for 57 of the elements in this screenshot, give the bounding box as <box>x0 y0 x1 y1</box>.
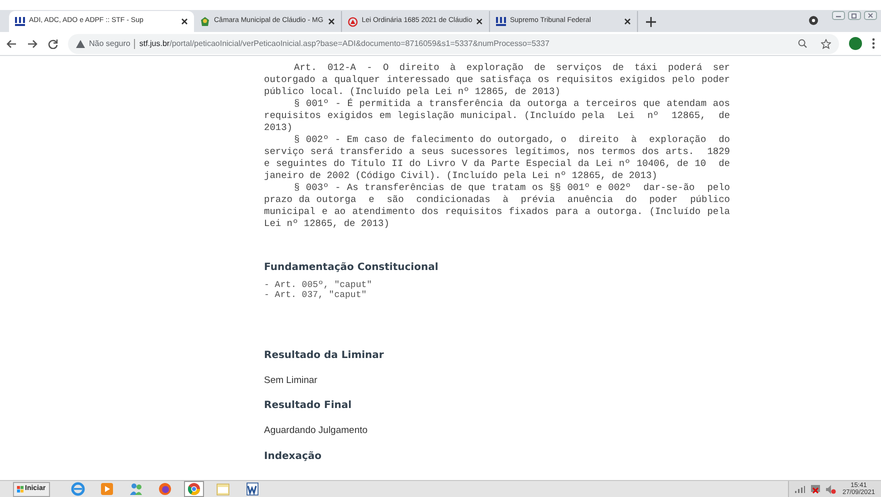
section-heading: Indexação <box>264 450 323 464</box>
close-icon[interactable] <box>328 18 335 25</box>
chrome-icon <box>186 482 201 496</box>
network-error-icon <box>811 484 820 494</box>
paragraph-line: prazo da outorga e são condicionadas à prévia anuência do poder público <box>264 194 730 206</box>
crest-icon <box>200 16 210 26</box>
paragraph-line: janeiro de 2002 (Código Civil). (Incluído pela Lei nº 12865, de 2013) <box>264 170 658 182</box>
close-icon[interactable] <box>624 18 631 25</box>
paragraph-line: requisitos exigidos em legislação municipal. (Incluído pela Lei nº 12865, de <box>264 110 730 122</box>
address-bar[interactable]: Não seguro stf.jus.br/portal/peticaoInicial/verPeticaoInicial.asp?base=ADI&documento=8716059&s1=5337&numProcesso=5337 <box>68 34 839 54</box>
section-text: Sem Liminar <box>264 374 318 388</box>
restore-icon[interactable] <box>848 11 861 20</box>
taskbar-app[interactable] <box>184 481 204 497</box>
paragraph-line: § 001º - É permitida a transferência da outorga a terceiros que atendam aos <box>294 98 730 110</box>
paragraph-line: e seguintes do Título II do Livro V da Parte Especial da Lei nº 10406, de 10 de <box>264 158 730 170</box>
paragraph-line: § 003º - As transferências de que tratam os §§ 001º e 002º dar-se-ão pelo <box>294 182 730 194</box>
globe-e-icon <box>70 482 85 496</box>
list-line: - Art. 005º, "caput" <box>264 280 374 290</box>
url-text: stf.jus.br/portal/peticaoInicial/verPeticaoInicial.asp?base=ADI&documento=8716059&s1=5337&numProcesso=5337 <box>139 38 550 50</box>
zoom-icon[interactable] <box>798 39 807 48</box>
columns-icon <box>496 17 506 26</box>
reload-icon[interactable] <box>48 38 58 48</box>
close-icon[interactable] <box>181 18 188 25</box>
back-arrow-icon[interactable] <box>6 38 17 48</box>
forward-arrow-icon[interactable] <box>27 38 38 48</box>
plus-icon[interactable] <box>646 17 656 27</box>
section-text: Aguardando Julgamento <box>264 424 369 438</box>
section-heading: Resultado Final <box>264 399 353 414</box>
paragraph-line: § 002º - Em caso de falecimento do outorgado, o direito à exploração do <box>294 134 730 146</box>
record-icon[interactable] <box>809 16 818 25</box>
section-heading: Fundamentação Constitucional <box>264 261 440 275</box>
paragraph-line: municipal e ao atendimento dos requisitos fixados para a outorga. (Incluído pela <box>264 206 730 218</box>
paragraph-line: público local. (Incluído pela Lei nº 12865, de 2013) <box>264 86 562 98</box>
close-icon[interactable] <box>476 18 483 25</box>
menu-icon[interactable] <box>872 38 875 49</box>
circle-icon <box>348 16 358 26</box>
play-icon <box>100 482 114 496</box>
minimize-icon[interactable] <box>832 11 845 20</box>
warning-icon <box>76 40 85 48</box>
star-icon[interactable] <box>821 38 831 48</box>
paragraph-line: Art. 012-A - O direito à exploração de serviços de táxi poderá ser <box>294 62 730 74</box>
folder-icon <box>216 482 230 496</box>
paragraph-line: outorgado a qualquer interessado que satisfaça os requisitos exigidos pelo poder <box>264 74 730 86</box>
paragraph-line: Lei nº 12865, de 2013) <box>264 218 390 230</box>
list-line: - Art. 037, "caput" <box>264 290 368 300</box>
section-heading: Resultado da Liminar <box>264 349 385 363</box>
people-icon <box>128 482 143 496</box>
columns-icon <box>15 17 25 26</box>
windows-logo-icon <box>17 486 24 492</box>
security-label: Não seguro <box>89 38 130 50</box>
signal-icon <box>795 486 806 492</box>
paragraph-line: 2013) <box>264 122 294 134</box>
fox-globe-icon <box>158 482 172 496</box>
paragraph-line: serviço será transferido a seus sucessores legítimos, nos termos dos arts. 1829 <box>264 146 730 158</box>
document-w-icon <box>244 482 259 496</box>
speaker-muted-icon <box>826 484 836 494</box>
avatar[interactable] <box>849 37 862 50</box>
